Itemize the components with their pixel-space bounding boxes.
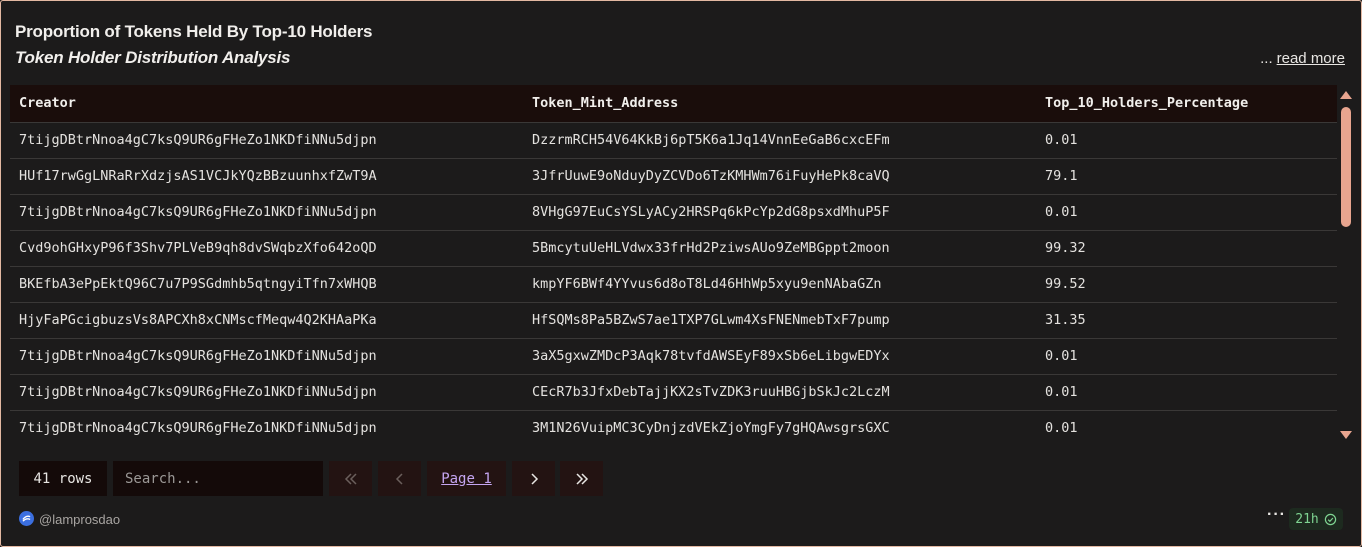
cell-percentage: 0.01 xyxy=(1045,384,1078,400)
column-header-token-mint-address[interactable]: Token_Mint_Address xyxy=(523,85,1036,122)
cell-percentage: 99.32 xyxy=(1045,240,1086,256)
results-table: Creator Token_Mint_Address Top_10_Holder… xyxy=(10,85,1337,445)
next-page-button[interactable] xyxy=(512,461,555,496)
table-row: 7tijgDBtrNnoa4gC7ksQ9UR6gFHeZo1NKDfiNNu5… xyxy=(10,194,1337,230)
current-page-label[interactable]: Page 1 xyxy=(427,461,506,496)
dune-logo-glyph-icon xyxy=(22,515,31,522)
previous-page-button[interactable] xyxy=(378,461,421,496)
cell-token-mint-address: DzzrmRCH54V64KkBj6pT5K6a1Jq14VnnEeGaB6cx… xyxy=(532,132,890,148)
cell-creator: HUf17rwGgLNRaRrXdzjsAS1VCJkYQzBBzuunhxfZ… xyxy=(19,168,377,184)
cell-token-mint-address: 3aX5gxwZMDcP3Aqk78tvfdAWSEyF89xSb6eLibgw… xyxy=(532,348,890,364)
read-more-link[interactable]: read more xyxy=(1277,50,1345,67)
cell-token-mint-address: kmpYF6BWf4YYvus6d8oT8Ld46HhWp5xyu9enNAba… xyxy=(532,276,882,292)
more-options-icon[interactable]: ··· xyxy=(1267,506,1286,524)
cell-percentage: 0.01 xyxy=(1045,420,1078,437)
cell-creator: BKEfbA3ePpEktQ96C7u7P9SGdmhb5qtngyiTfn7x… xyxy=(19,276,377,292)
cell-creator: 7tijgDBtrNnoa4gC7ksQ9UR6gFHeZo1NKDfiNNu5… xyxy=(19,384,377,400)
cell-token-mint-address: 8VHgG97EuCsYSLyACy2HRSPq6kPcYp2dG8psxdMh… xyxy=(532,204,890,220)
cell-creator: 7tijgDBtrNnoa4gC7ksQ9UR6gFHeZo1NKDfiNNu5… xyxy=(19,348,377,364)
refresh-status-badge[interactable]: 21h xyxy=(1289,508,1343,530)
card-title: Proportion of Tokens Held By Top-10 Hold… xyxy=(15,22,373,41)
cell-creator: 7tijgDBtrNnoa4gC7ksQ9UR6gFHeZo1NKDfiNNu5… xyxy=(19,204,377,220)
search-input[interactable] xyxy=(113,461,323,496)
table-row: HjyFaPGcigbuzsVs8APCXh8xCNMscfMeqw4Q2KHA… xyxy=(10,302,1337,338)
query-result-card: Proportion of Tokens Held By Top-10 Hold… xyxy=(0,0,1362,547)
cell-token-mint-address: 3JfrUuwE9oNduyDyZCVDo6TzKMHWm76iFuyHePk8… xyxy=(532,168,890,184)
column-header-top-10-holders-percentage[interactable]: Top_10_Holders_Percentage xyxy=(1036,85,1337,122)
cell-token-mint-address: 5BmcytuUeHLVdwx33frHd2PziwsAUo9ZeMBGppt2… xyxy=(532,240,890,256)
scrollbar-thumb[interactable] xyxy=(1341,107,1351,227)
table-row: 7tijgDBtrNnoa4gC7ksQ9UR6gFHeZo1NKDfiNNu5… xyxy=(10,410,1337,445)
dune-logo-icon xyxy=(19,511,34,526)
cell-percentage: 79.1 xyxy=(1045,168,1078,184)
table-row: Cvd9ohGHxyP96f3Shv7PLVeB9qh8dvSWqbzXfo64… xyxy=(10,230,1337,266)
table-header-row: Creator Token_Mint_Address Top_10_Holder… xyxy=(10,85,1337,122)
results-table-container: Creator Token_Mint_Address Top_10_Holder… xyxy=(10,85,1337,445)
cell-creator: Cvd9ohGHxyP96f3Shv7PLVeB9qh8dvSWqbzXfo64… xyxy=(19,240,377,256)
cell-percentage: 31.35 xyxy=(1045,312,1086,328)
table-row: BKEfbA3ePpEktQ96C7u7P9SGdmhb5qtngyiTfn7x… xyxy=(10,266,1337,302)
column-header-creator[interactable]: Creator xyxy=(10,85,523,122)
scroll-down-arrow-icon[interactable] xyxy=(1340,431,1352,439)
rows-count: 41 rows xyxy=(19,461,107,496)
read-more-area: ... read more xyxy=(1260,50,1345,67)
refresh-age-label: 21h xyxy=(1295,511,1319,527)
creator-username-link[interactable]: @lamprosdao xyxy=(39,512,120,527)
cell-percentage: 0.01 xyxy=(1045,204,1078,220)
table-row: 7tijgDBtrNnoa4gC7ksQ9UR6gFHeZo1NKDfiNNu5… xyxy=(10,122,1337,158)
cell-creator: 7tijgDBtrNnoa4gC7ksQ9UR6gFHeZo1NKDfiNNu5… xyxy=(19,132,377,148)
cell-token-mint-address: 3M1N26VuipMC3CyDnjzdVEkZjoYmgFy7gHQAwsgr… xyxy=(532,420,890,437)
cell-creator: 7tijgDBtrNnoa4gC7ksQ9UR6gFHeZo1NKDfiNNu5… xyxy=(19,420,377,437)
table-row: 7tijgDBtrNnoa4gC7ksQ9UR6gFHeZo1NKDfiNNu5… xyxy=(10,338,1337,374)
chevron-left-icon xyxy=(395,472,403,485)
table-row: HUf17rwGgLNRaRrXdzjsAS1VCJkYQzBBzuunhxfZ… xyxy=(10,158,1337,194)
cell-token-mint-address: CEcR7b3JfxDebTajjKX2sTvZDK3ruuHBGjbSkJc2… xyxy=(532,384,890,400)
cell-percentage: 0.01 xyxy=(1045,348,1078,364)
chevron-double-right-icon xyxy=(575,472,588,485)
cell-percentage: 0.01 xyxy=(1045,132,1078,148)
scroll-up-arrow-icon[interactable] xyxy=(1340,91,1352,99)
table-scrollbar[interactable] xyxy=(1338,85,1354,445)
table-row: 7tijgDBtrNnoa4gC7ksQ9UR6gFHeZo1NKDfiNNu5… xyxy=(10,374,1337,410)
cell-token-mint-address: HfSQMs8Pa5BZwS7ae1TXP7GLwm4XsFNENmebTxF7… xyxy=(532,312,890,328)
cell-percentage: 99.52 xyxy=(1045,276,1086,292)
card-subtitle: Token Holder Distribution Analysis xyxy=(15,48,291,67)
cell-creator: HjyFaPGcigbuzsVs8APCXh8xCNMscfMeqw4Q2KHA… xyxy=(19,312,377,328)
first-page-button[interactable] xyxy=(329,461,372,496)
read-more-ellipsis: ... xyxy=(1260,50,1273,67)
chevron-double-left-icon xyxy=(344,472,357,485)
chevron-right-icon xyxy=(530,472,538,485)
check-circle-icon xyxy=(1324,513,1336,525)
last-page-button[interactable] xyxy=(560,461,603,496)
